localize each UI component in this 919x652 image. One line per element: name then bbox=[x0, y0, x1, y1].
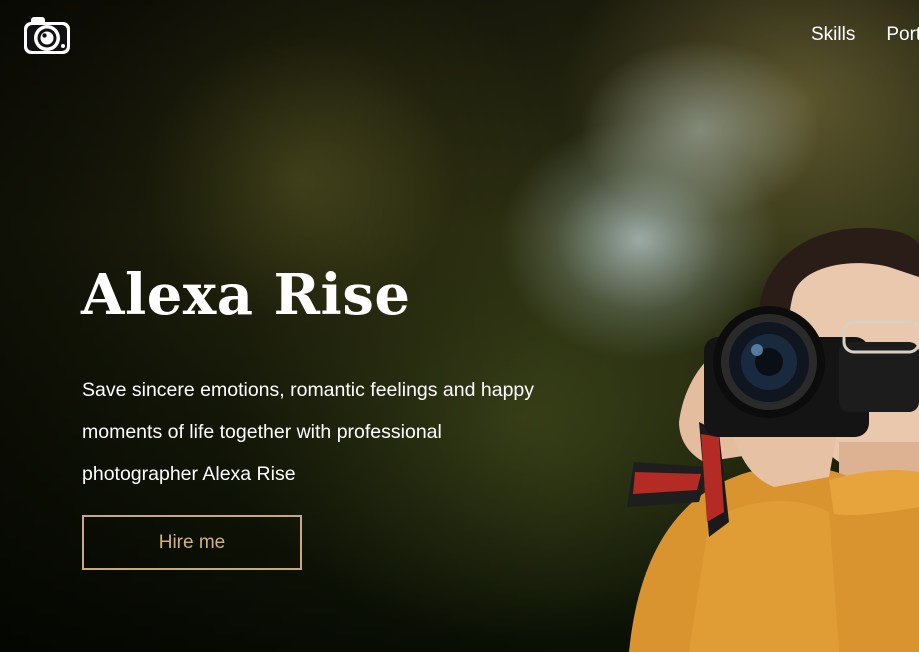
hero-section: Skills Portfolio bbox=[0, 0, 919, 652]
hire-me-button[interactable]: Hire me bbox=[82, 515, 302, 570]
nav-item-skills[interactable]: Skills bbox=[811, 24, 855, 46]
photographer-image bbox=[627, 227, 919, 652]
main-nav: Skills Portfolio bbox=[811, 24, 919, 46]
camera-logo-icon[interactable] bbox=[22, 15, 72, 56]
page-title: Alexa Rise bbox=[81, 262, 411, 328]
hero-tagline: Save sincere emotions, romantic feelings… bbox=[82, 379, 535, 485]
nav-item-portfolio[interactable]: Portfolio bbox=[886, 24, 919, 46]
